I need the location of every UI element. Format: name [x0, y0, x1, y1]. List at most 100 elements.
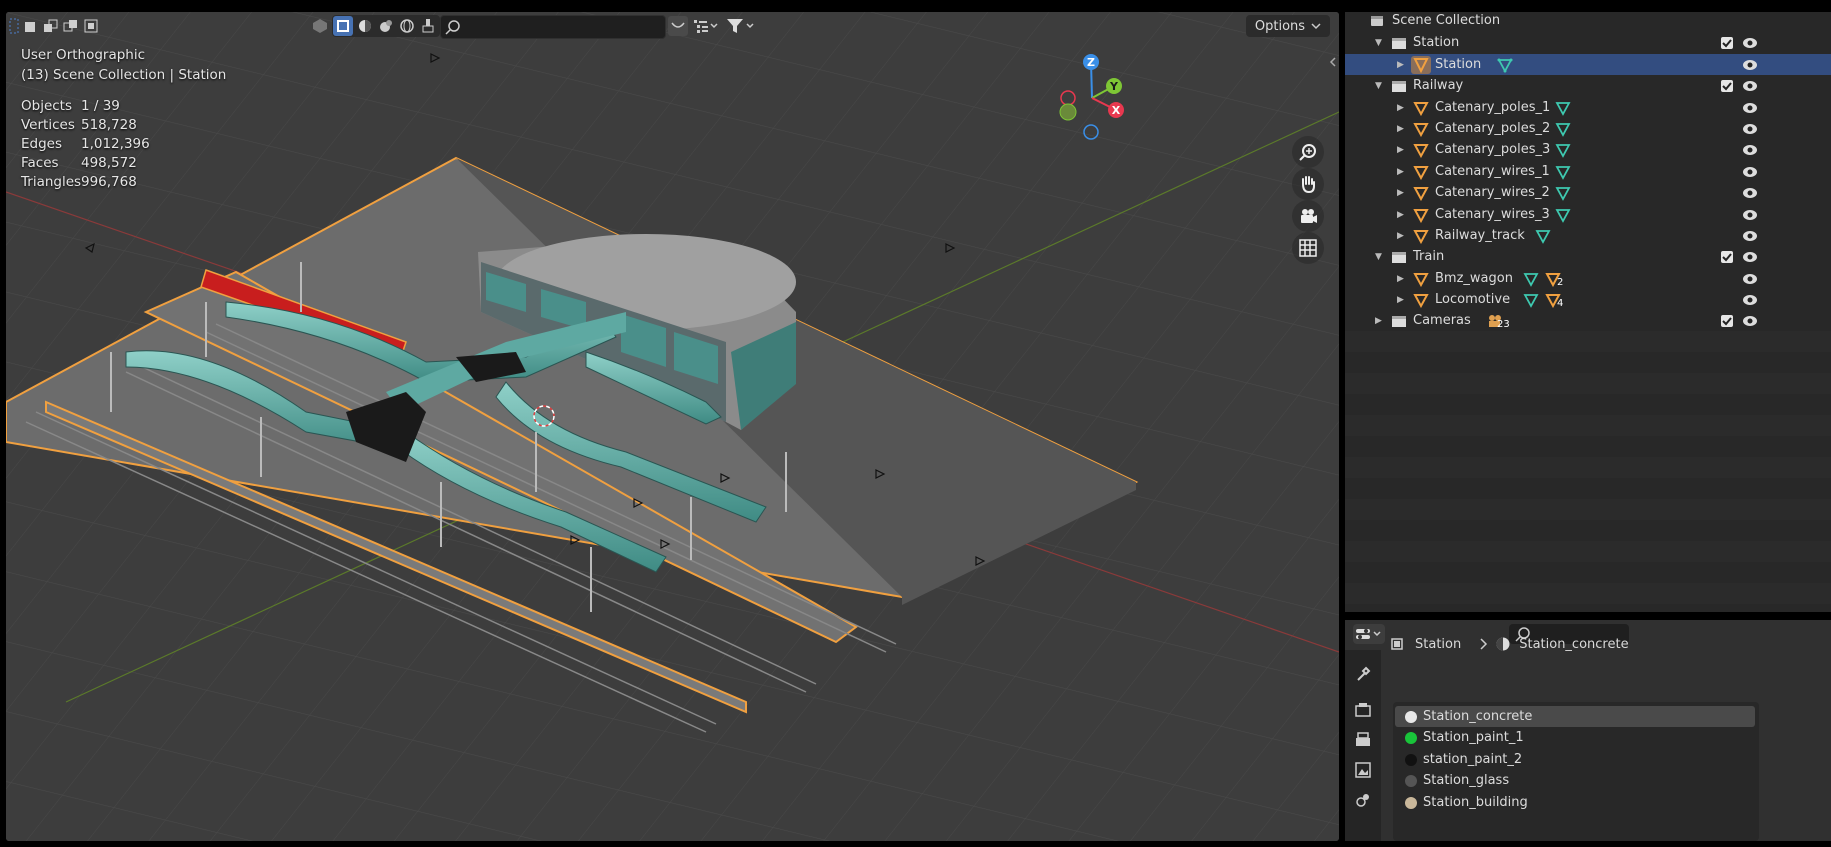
brush-icon[interactable] — [418, 16, 438, 36]
rendered-shading-icon[interactable] — [376, 16, 396, 36]
gizmo-x-label: X — [1112, 104, 1121, 117]
mesh-data-icon[interactable] — [1497, 57, 1513, 73]
mesh-data-icon[interactable] — [1555, 121, 1571, 137]
filter-curve-icon[interactable] — [668, 16, 688, 36]
material-slot-list[interactable]: Station_concrete Station_paint_1 station… — [1393, 702, 1759, 841]
wireframe-globe-icon[interactable] — [397, 16, 417, 36]
mesh-data-icon[interactable] — [1555, 100, 1571, 116]
3d-viewport[interactable]: Options User Orthographic (13) Scene Col… — [6, 12, 1339, 841]
sort-list-dropdown[interactable] — [690, 16, 722, 36]
outliner-row-object[interactable]: ▶ Catenary_wires_2 — [1345, 182, 1831, 203]
outliner-row-object[interactable]: ▶ Catenary_poles_1 — [1345, 97, 1831, 118]
expand-right-icon[interactable]: ▶ — [1397, 145, 1407, 155]
expand-right-icon[interactable]: ▶ — [1397, 60, 1407, 70]
expand-right-icon[interactable]: ▶ — [1397, 188, 1407, 198]
navigation-gizmo[interactable]: Z Y X — [1052, 50, 1142, 140]
eye-icon[interactable] — [1742, 294, 1758, 306]
outliner-row-collection-cameras[interactable]: ▶ Cameras 23 — [1345, 310, 1831, 331]
material-preview-icon — [1405, 796, 1417, 809]
material-preview-icon — [1405, 731, 1417, 744]
eye-icon[interactable] — [1742, 59, 1758, 71]
properties-tabs — [1345, 650, 1381, 841]
material-preview-icon[interactable] — [355, 16, 375, 36]
mesh-data-icon[interactable] — [1555, 185, 1571, 201]
exclude-checkbox[interactable] — [1721, 314, 1733, 327]
outliner-row-scene-collection[interactable]: Scene Collection — [1345, 12, 1831, 31]
solid-shading-icon[interactable] — [333, 16, 353, 36]
render-properties-icon[interactable] — [1355, 702, 1371, 718]
outliner-label: Cameras — [1413, 313, 1471, 328]
expand-right-icon[interactable]: ▶ — [1397, 210, 1407, 220]
eye-icon[interactable] — [1742, 209, 1758, 221]
tool-settings-icon[interactable] — [1355, 666, 1371, 682]
expand-right-icon[interactable]: ▶ — [1397, 124, 1407, 134]
expand-right-icon[interactable]: ▶ — [1397, 103, 1407, 113]
select-extend-icon[interactable] — [42, 16, 60, 36]
eye-icon[interactable] — [1742, 315, 1758, 327]
material-slot[interactable]: Station_building — [1393, 792, 1759, 813]
eye-icon[interactable] — [1742, 273, 1758, 285]
expand-right-icon[interactable]: ▶ — [1397, 167, 1407, 177]
material-slot[interactable]: Station_paint_1 — [1393, 727, 1759, 748]
viewport-search-input[interactable] — [440, 15, 666, 39]
pan-button[interactable] — [1292, 168, 1324, 200]
mesh-data-icon[interactable] — [1555, 207, 1571, 223]
eye-icon[interactable] — [1742, 230, 1758, 242]
outliner-row-object[interactable]: ▶ Catenary_poles_2 — [1345, 118, 1831, 139]
expand-right-icon[interactable]: ▶ — [1397, 295, 1407, 305]
outliner-row-collection-train[interactable]: ▼ Train — [1345, 246, 1831, 267]
output-properties-icon[interactable] — [1355, 732, 1371, 748]
eye-icon[interactable] — [1742, 80, 1758, 92]
expand-down-icon[interactable]: ▼ — [1375, 252, 1385, 262]
expand-right-icon[interactable]: ▶ — [1397, 274, 1407, 284]
outliner-row-object[interactable]: ▶ Catenary_poles_3 — [1345, 139, 1831, 160]
mesh-data-icon[interactable] — [1555, 142, 1571, 158]
sidebar-toggle-arrow-icon[interactable] — [1328, 56, 1338, 67]
select-intersect-icon[interactable] — [82, 16, 100, 36]
options-dropdown[interactable]: Options — [1246, 15, 1330, 37]
ortho-toggle-button[interactable] — [1292, 232, 1324, 264]
expand-down-icon[interactable]: ▼ — [1375, 81, 1385, 91]
material-slot[interactable]: Station_glass — [1393, 770, 1759, 791]
outliner-row-object-station[interactable]: ▶ Station — [1345, 54, 1831, 75]
eye-icon[interactable] — [1742, 251, 1758, 263]
exclude-checkbox[interactable] — [1721, 250, 1733, 263]
outliner-row-object[interactable]: ▶ Locomotive 4 — [1345, 289, 1831, 310]
select-new-icon[interactable] — [22, 16, 40, 36]
select-box-mode[interactable] — [8, 16, 20, 36]
mesh-data-icon[interactable] — [1523, 271, 1539, 287]
eye-icon[interactable] — [1742, 37, 1758, 49]
eye-icon[interactable] — [1742, 187, 1758, 199]
outliner-row-object[interactable]: ▶ Catenary_wires_3 — [1345, 204, 1831, 225]
zoom-button[interactable] — [1292, 136, 1324, 168]
expand-right-icon[interactable]: ▶ — [1397, 231, 1407, 241]
eye-icon[interactable] — [1742, 102, 1758, 114]
editor-type-dropdown[interactable] — [1353, 624, 1385, 644]
options-label: Options — [1254, 18, 1306, 34]
outliner-row-collection-station[interactable]: ▼ Station — [1345, 32, 1831, 53]
outliner-row-object[interactable]: ▶ Railway_track — [1345, 225, 1831, 246]
outliner-row-object[interactable]: ▶ Catenary_wires_1 — [1345, 161, 1831, 182]
view-layer-icon[interactable] — [1355, 762, 1371, 778]
xray-toggle-icon[interactable] — [310, 16, 330, 36]
eye-icon[interactable] — [1742, 166, 1758, 178]
expand-down-icon[interactable]: ▼ — [1375, 38, 1385, 48]
eye-icon[interactable] — [1742, 123, 1758, 135]
mesh-data-icon[interactable] — [1535, 228, 1551, 244]
outliner-row-object[interactable]: ▶ Bmz_wagon 2 — [1345, 268, 1831, 289]
breadcrumb: Station Station_concrete — [1389, 634, 1629, 654]
filter-funnel-dropdown[interactable] — [724, 16, 758, 36]
material-slot[interactable]: station_paint_2 — [1393, 749, 1759, 770]
material-slot-label: Station_glass — [1423, 773, 1510, 788]
camera-view-button[interactable] — [1292, 200, 1324, 232]
eye-icon[interactable] — [1742, 144, 1758, 156]
exclude-checkbox[interactable] — [1721, 79, 1733, 92]
mesh-data-icon[interactable] — [1555, 164, 1571, 180]
expand-right-icon[interactable]: ▶ — [1375, 316, 1385, 326]
exclude-checkbox[interactable] — [1721, 36, 1733, 49]
select-subtract-icon[interactable] — [62, 16, 80, 36]
scene-properties-icon[interactable] — [1355, 792, 1371, 808]
mesh-data-icon[interactable] — [1523, 292, 1539, 308]
outliner-row-collection-railway[interactable]: ▼ Railway — [1345, 75, 1831, 96]
material-slot[interactable]: Station_concrete — [1395, 706, 1755, 727]
